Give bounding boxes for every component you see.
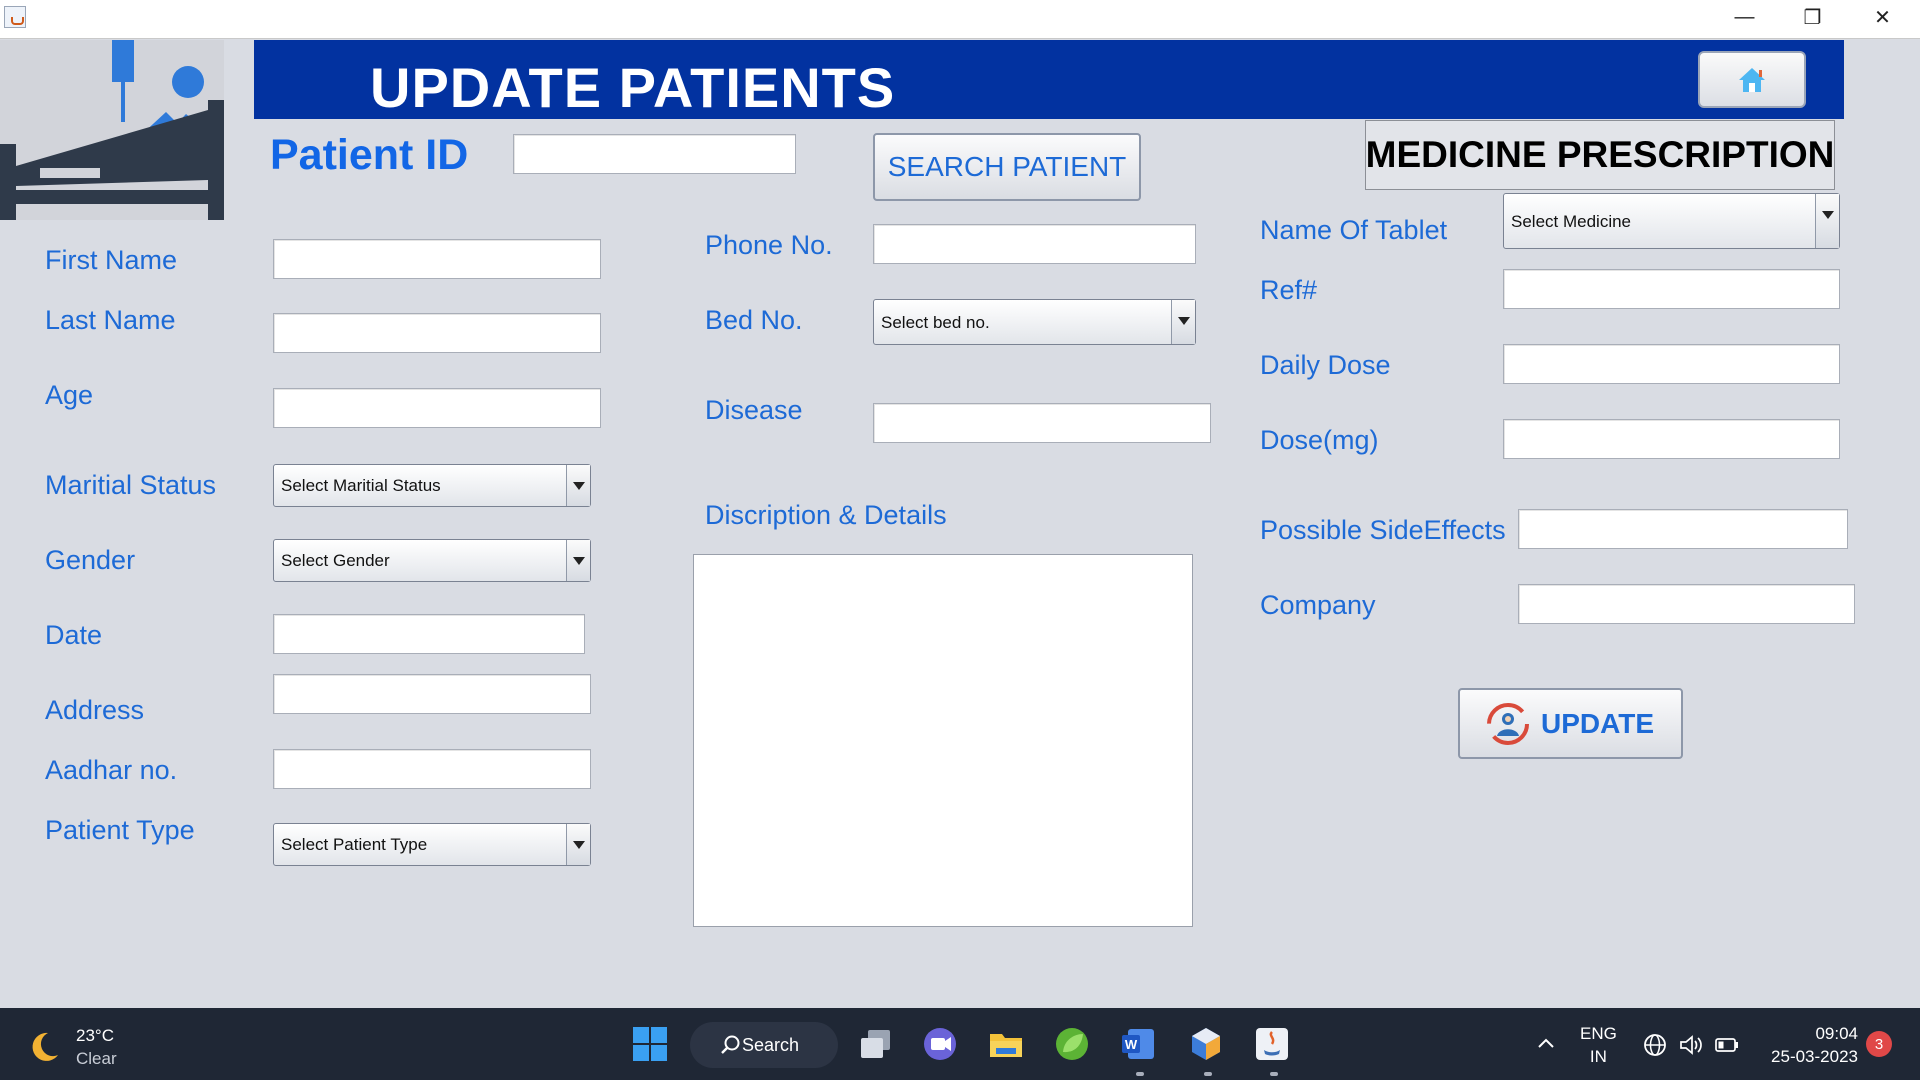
- system-clock[interactable]: 09:04 25-03-2023: [1762, 1022, 1858, 1068]
- date-field[interactable]: [273, 614, 585, 654]
- marital-status-label: Maritial Status: [45, 470, 217, 500]
- marital-status-value: Select Maritial Status: [281, 476, 441, 495]
- hospital-bed-logo: [0, 40, 224, 220]
- java-app-icon: [4, 6, 26, 28]
- svg-text:W: W: [1125, 1037, 1138, 1052]
- running-indicator: [1136, 1072, 1144, 1076]
- language-region: IN: [1589, 1047, 1607, 1066]
- tablet-name-label: Name Of Tablet: [1260, 215, 1448, 245]
- aadhar-label: Aadhar no.: [45, 755, 178, 785]
- patient-type-value: Select Patient Type: [281, 835, 428, 854]
- netbeans-icon[interactable]: [1188, 1026, 1224, 1062]
- weather-condition: Clear: [76, 1049, 117, 1068]
- maximize-button[interactable]: ❐: [1778, 0, 1847, 34]
- age-field[interactable]: [273, 388, 601, 428]
- task-view-icon[interactable]: [858, 1026, 894, 1062]
- daily-dose-label: Daily Dose: [1260, 350, 1391, 380]
- gender-value: Select Gender: [281, 551, 390, 570]
- search-patient-label: SEARCH PATIENT: [887, 151, 1127, 182]
- last-name-label: Last Name: [45, 305, 176, 335]
- date-label: Date: [45, 620, 103, 650]
- patient-id-label: Patient ID: [270, 131, 469, 179]
- ref-field[interactable]: [1503, 269, 1840, 309]
- dose-mg-field[interactable]: [1503, 419, 1840, 459]
- description-label: Discription & Details: [705, 500, 947, 530]
- chevron-down-icon: [566, 824, 590, 865]
- phone-label: Phone No.: [705, 230, 833, 260]
- file-explorer-icon[interactable]: [988, 1026, 1024, 1062]
- windows-start-icon[interactable]: [632, 1026, 668, 1062]
- window-titlebar: — ❐ ✕: [0, 0, 1920, 39]
- update-user-icon: [1486, 702, 1529, 745]
- medicine-prescription-title: MEDICINE PRESCRIPTION: [1365, 134, 1835, 175]
- notification-badge[interactable]: 3: [1866, 1031, 1892, 1057]
- gender-label: Gender: [45, 545, 136, 575]
- bed-no-value: Select bed no.: [881, 313, 990, 332]
- globe-network-icon[interactable]: [1642, 1032, 1668, 1058]
- home-icon: [1739, 67, 1765, 92]
- taskbar: 23°C Clear Search W ENG IN 09:04 25-03-2…: [0, 1008, 1920, 1080]
- aadhar-field[interactable]: [273, 749, 591, 789]
- chevron-down-icon: [566, 465, 590, 506]
- battery-icon[interactable]: [1714, 1032, 1740, 1058]
- taskbar-search[interactable]: Search: [690, 1022, 838, 1068]
- taskbar-search-label: Search: [742, 1034, 800, 1055]
- update-button[interactable]: UPDATE: [1458, 688, 1683, 759]
- search-icon: [721, 1035, 740, 1054]
- last-name-field[interactable]: [273, 313, 601, 353]
- language-code: ENG: [1580, 1024, 1617, 1043]
- medicine-value: Select Medicine: [1511, 212, 1632, 231]
- dose-mg-label: Dose(mg): [1260, 425, 1379, 455]
- update-label: UPDATE: [1540, 707, 1655, 739]
- disease-field[interactable]: [873, 403, 1211, 443]
- bed-no-dropdown[interactable]: Select bed no.: [873, 299, 1196, 345]
- company-field[interactable]: [1518, 584, 1855, 624]
- company-label: Company: [1260, 590, 1376, 620]
- page-title: UPDATE PATIENTS: [370, 56, 896, 119]
- search-patient-button[interactable]: SEARCH PATIENT: [873, 133, 1141, 201]
- volume-icon[interactable]: [1678, 1032, 1704, 1058]
- marital-status-dropdown[interactable]: Select Maritial Status: [273, 464, 591, 507]
- close-button[interactable]: ✕: [1848, 0, 1917, 34]
- side-effects-label: Possible SideEffects: [1260, 515, 1506, 545]
- java-icon[interactable]: [1254, 1026, 1290, 1062]
- chevron-down-icon: [566, 540, 590, 581]
- gender-dropdown[interactable]: Select Gender: [273, 539, 591, 582]
- running-indicator: [1270, 1072, 1278, 1076]
- patient-type-label: Patient Type: [45, 815, 195, 845]
- patient-id-input[interactable]: [513, 134, 796, 174]
- word-icon[interactable]: W: [1120, 1026, 1156, 1062]
- update-patients-window: UPDATE PATIENTS Patient ID SEARCH PATIEN…: [0, 40, 1920, 1008]
- side-effects-field[interactable]: [1518, 509, 1848, 549]
- chevron-down-icon: [1171, 300, 1195, 344]
- patient-type-dropdown[interactable]: Select Patient Type: [273, 823, 591, 866]
- spring-tool-icon[interactable]: [1054, 1026, 1090, 1062]
- clock-date: 25-03-2023: [1771, 1047, 1858, 1066]
- address-field[interactable]: [273, 674, 591, 714]
- address-label: Address: [45, 695, 145, 725]
- running-indicator: [1204, 1072, 1212, 1076]
- header-bar: UPDATE PATIENTS: [254, 40, 1844, 119]
- chevron-down-icon: [1815, 194, 1839, 248]
- weather-temperature: 23°C: [76, 1026, 114, 1045]
- disease-label: Disease: [705, 395, 803, 425]
- daily-dose-field[interactable]: [1503, 344, 1840, 384]
- weather-widget[interactable]: 23°C Clear: [26, 1024, 117, 1070]
- phone-field[interactable]: [873, 224, 1196, 264]
- bed-no-label: Bed No.: [705, 305, 803, 335]
- first-name-field[interactable]: [273, 239, 601, 279]
- chevron-up-icon[interactable]: [1534, 1032, 1558, 1056]
- first-name-label: First Name: [45, 245, 178, 275]
- teams-chat-icon[interactable]: [922, 1026, 958, 1062]
- moon-icon: [32, 1032, 58, 1061]
- home-button[interactable]: [1698, 51, 1806, 108]
- age-label: Age: [45, 380, 94, 410]
- minimize-button[interactable]: —: [1710, 0, 1779, 34]
- description-textarea[interactable]: [693, 554, 1193, 927]
- ref-label: Ref#: [1260, 275, 1318, 305]
- medicine-dropdown[interactable]: Select Medicine: [1503, 193, 1840, 249]
- medicine-prescription-header: MEDICINE PRESCRIPTION: [1365, 120, 1835, 190]
- clock-time: 09:04: [1815, 1024, 1858, 1043]
- language-indicator[interactable]: ENG IN: [1580, 1022, 1617, 1068]
